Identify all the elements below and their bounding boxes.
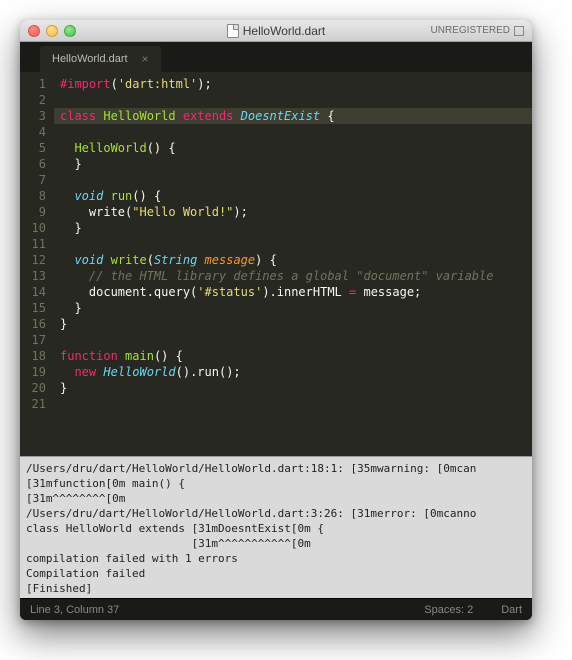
code-line[interactable]: #import('dart:html'); bbox=[54, 76, 532, 92]
line-number: 13 bbox=[24, 268, 46, 284]
code-line[interactable] bbox=[54, 124, 532, 140]
code-line[interactable]: } bbox=[54, 156, 532, 172]
line-number: 15 bbox=[24, 300, 46, 316]
line-number: 20 bbox=[24, 380, 46, 396]
titlebar: HelloWorld.dart UNREGISTERED bbox=[20, 20, 532, 42]
line-number: 5 bbox=[24, 140, 46, 156]
code-line[interactable] bbox=[54, 396, 532, 412]
code-line[interactable]: } bbox=[54, 300, 532, 316]
line-number: 19 bbox=[24, 364, 46, 380]
traffic-lights bbox=[28, 25, 76, 37]
line-number: 14 bbox=[24, 284, 46, 300]
line-number: 1 bbox=[24, 76, 46, 92]
zoom-window-button[interactable] bbox=[64, 25, 76, 37]
line-number: 9 bbox=[24, 204, 46, 220]
line-number: 3 bbox=[24, 108, 46, 124]
tab-bar: HelloWorld.dart × bbox=[20, 42, 532, 72]
code-line[interactable]: function main() { bbox=[54, 348, 532, 364]
code-line[interactable]: void write(String message) { bbox=[54, 252, 532, 268]
code-line[interactable]: new HelloWorld().run(); bbox=[54, 364, 532, 380]
line-number-gutter: 123456789101112131415161718192021 bbox=[20, 72, 54, 456]
code-line[interactable] bbox=[54, 332, 532, 348]
editor-window: HelloWorld.dart UNREGISTERED HelloWorld.… bbox=[20, 20, 532, 620]
unregistered-label: UNREGISTERED bbox=[431, 25, 510, 36]
code-line[interactable]: } bbox=[54, 220, 532, 236]
line-number: 8 bbox=[24, 188, 46, 204]
close-window-button[interactable] bbox=[28, 25, 40, 37]
line-number: 2 bbox=[24, 92, 46, 108]
line-number: 4 bbox=[24, 124, 46, 140]
editor-area[interactable]: 123456789101112131415161718192021 #impor… bbox=[20, 72, 532, 456]
line-number: 17 bbox=[24, 332, 46, 348]
code-area[interactable]: #import('dart:html'); class HelloWorld e… bbox=[54, 72, 532, 456]
build-output-panel[interactable]: /Users/dru/dart/HelloWorld/HelloWorld.da… bbox=[20, 456, 532, 598]
code-line[interactable]: write("Hello World!"); bbox=[54, 204, 532, 220]
cursor-position[interactable]: Line 3, Column 37 bbox=[30, 604, 119, 616]
code-line[interactable]: HelloWorld() { bbox=[54, 140, 532, 156]
code-line[interactable]: } bbox=[54, 316, 532, 332]
code-line[interactable] bbox=[54, 172, 532, 188]
line-number: 10 bbox=[24, 220, 46, 236]
line-number: 16 bbox=[24, 316, 46, 332]
indentation-setting[interactable]: Spaces: 2 bbox=[424, 604, 473, 616]
line-number: 18 bbox=[24, 348, 46, 364]
minimize-window-button[interactable] bbox=[46, 25, 58, 37]
syntax-mode[interactable]: Dart bbox=[501, 604, 522, 616]
title-right: UNREGISTERED bbox=[431, 25, 524, 36]
code-line[interactable]: document.query('#status').innerHTML = me… bbox=[54, 284, 532, 300]
line-number: 12 bbox=[24, 252, 46, 268]
status-bar: Line 3, Column 37 Spaces: 2 Dart bbox=[20, 598, 532, 620]
document-icon bbox=[227, 24, 239, 38]
code-line[interactable]: class HelloWorld extends DoesntExist { bbox=[54, 108, 532, 124]
code-line[interactable]: void run() { bbox=[54, 188, 532, 204]
tab-label: HelloWorld.dart bbox=[52, 53, 128, 65]
tab-close-icon[interactable]: × bbox=[142, 52, 149, 66]
line-number: 7 bbox=[24, 172, 46, 188]
code-line[interactable] bbox=[54, 92, 532, 108]
window-title-text: HelloWorld.dart bbox=[243, 24, 325, 38]
code-line[interactable]: // the HTML library defines a global "do… bbox=[54, 268, 532, 284]
code-line[interactable] bbox=[54, 236, 532, 252]
line-number: 11 bbox=[24, 236, 46, 252]
fullscreen-icon[interactable] bbox=[514, 26, 524, 36]
tab-helloworld[interactable]: HelloWorld.dart × bbox=[40, 46, 161, 72]
line-number: 21 bbox=[24, 396, 46, 412]
line-number: 6 bbox=[24, 156, 46, 172]
code-line[interactable]: } bbox=[54, 380, 532, 396]
